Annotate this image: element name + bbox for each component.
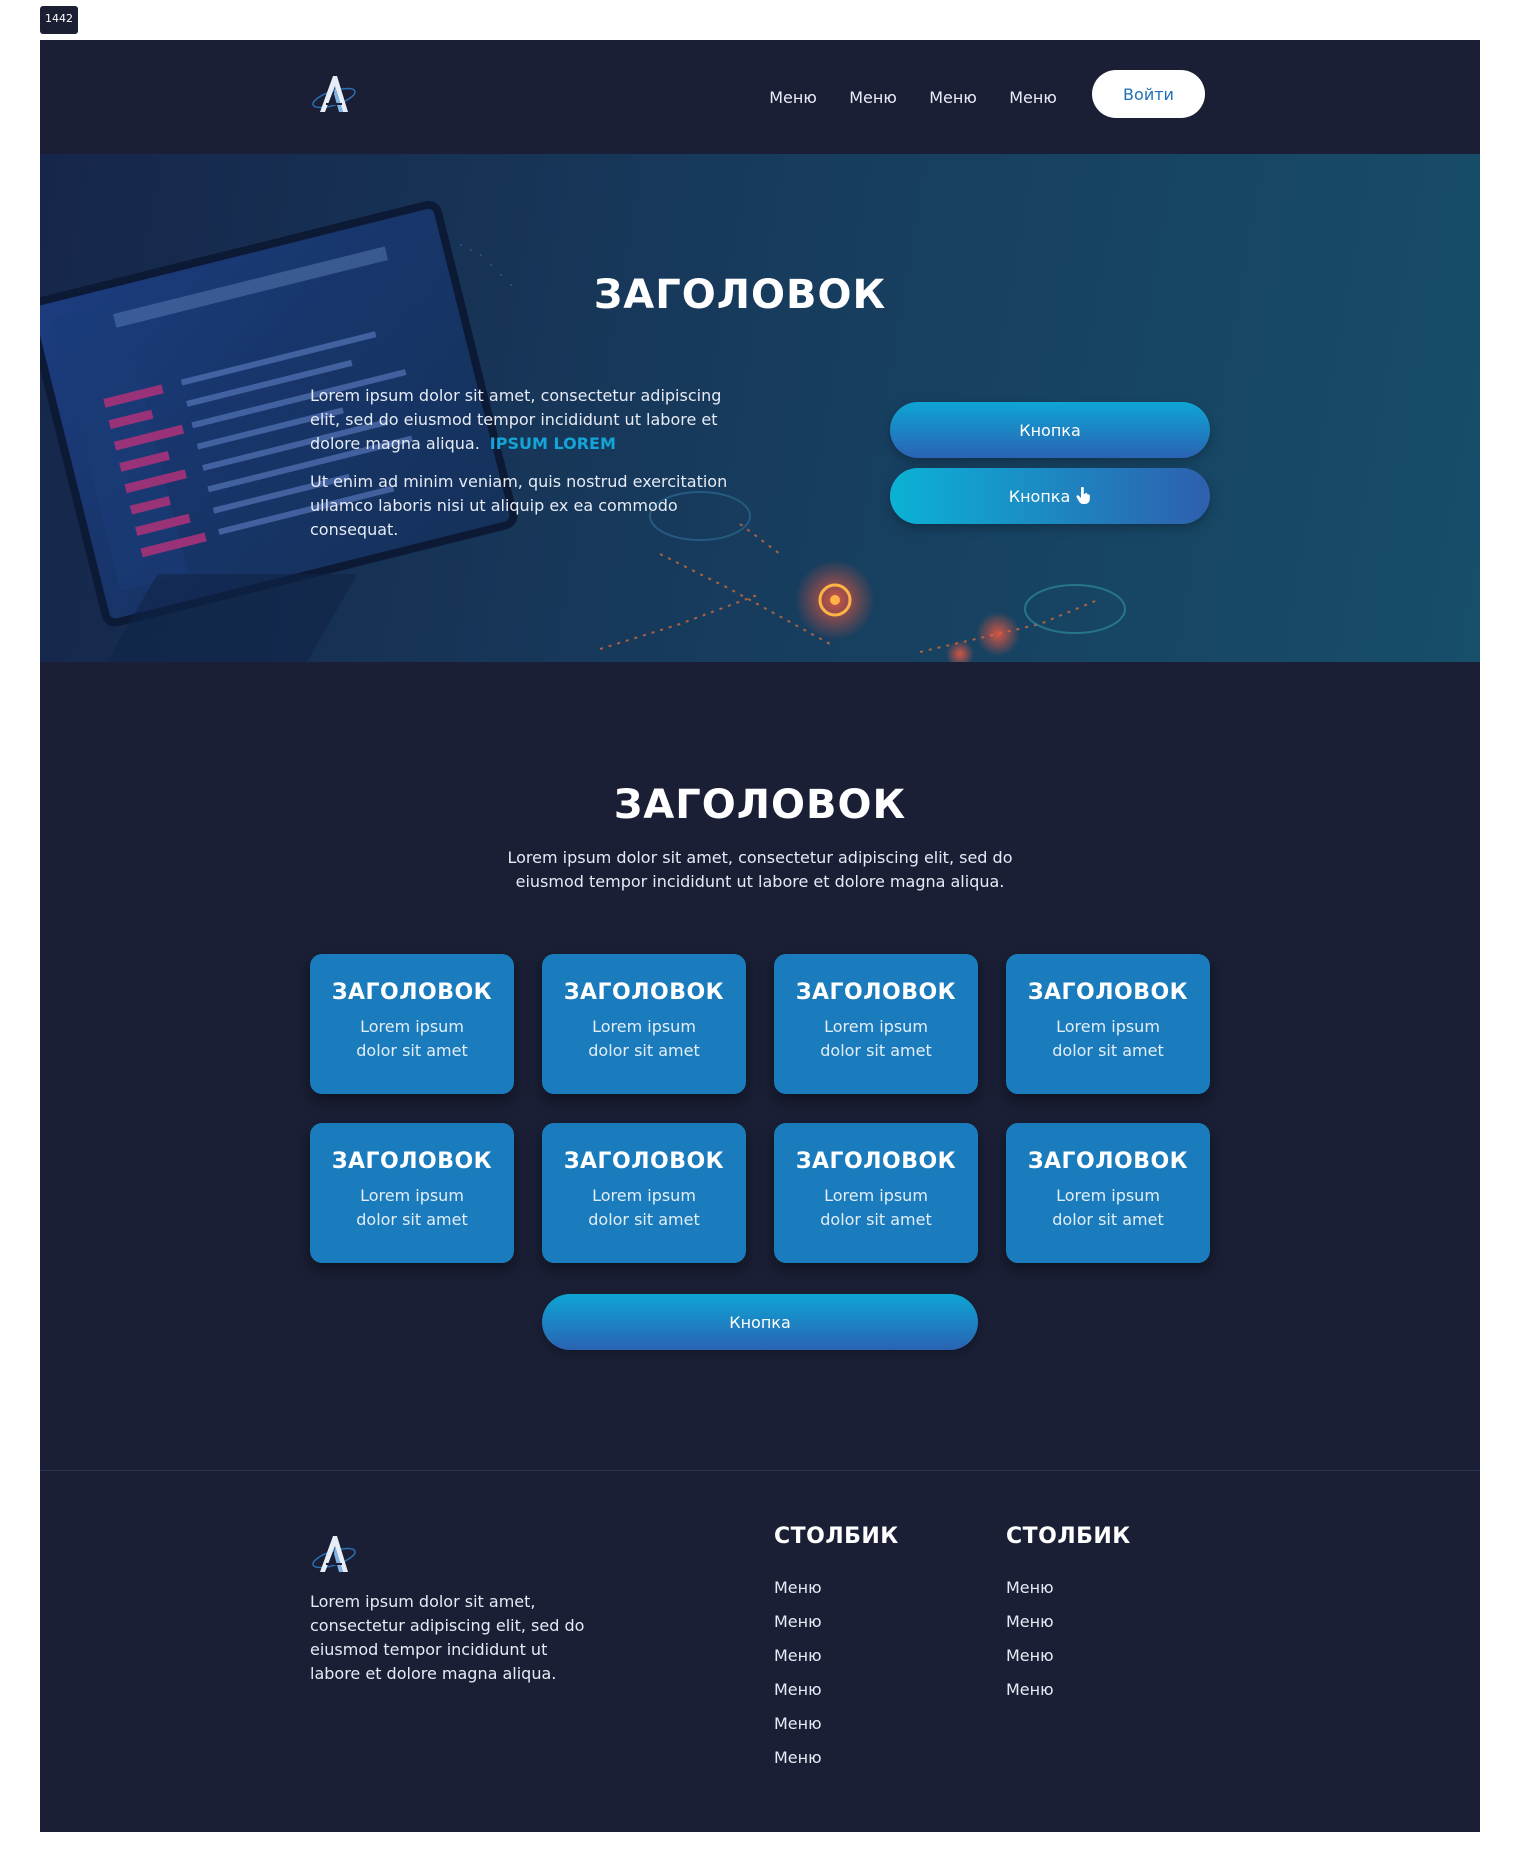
site-header: Меню Меню Меню Меню Войти: [40, 40, 1480, 154]
footer-column-list: Меню Меню Меню Меню Меню Меню: [774, 1578, 822, 1782]
card-title: ЗАГОЛОВОК: [563, 1149, 725, 1174]
login-button[interactable]: Войти: [1092, 70, 1205, 118]
hero-paragraph-1: Lorem ipsum dolor sit amet, consectetur …: [310, 384, 740, 456]
logo-icon[interactable]: [308, 68, 360, 120]
main-nav: Меню Меню Меню Меню: [768, 40, 1058, 154]
footer-divider: [40, 1470, 1480, 1471]
footer-link[interactable]: Меню: [774, 1748, 822, 1782]
nav-item-4[interactable]: Меню: [1008, 88, 1058, 107]
feature-card[interactable]: ЗАГОЛОВОК Lorem ipsum dolor sit amet: [310, 1123, 514, 1263]
feature-card[interactable]: ЗАГОЛОВОК Lorem ipsum dolor sit amet: [774, 954, 978, 1094]
card-title: ЗАГОЛОВОК: [563, 980, 725, 1005]
footer-column-list: Меню Меню Меню Меню: [1006, 1578, 1054, 1714]
footer-link[interactable]: Меню: [774, 1714, 822, 1748]
features-title: ЗАГОЛОВОК: [613, 782, 907, 828]
features-button[interactable]: Кнопка: [542, 1294, 978, 1350]
feature-card[interactable]: ЗАГОЛОВОК Lorem ipsum dolor sit amet: [1006, 954, 1210, 1094]
card-text: Lorem ipsum dolor sit amet: [356, 1186, 468, 1229]
nav-item-2[interactable]: Меню: [848, 88, 898, 107]
card-text: Lorem ipsum dolor sit amet: [588, 1186, 700, 1229]
card-title: ЗАГОЛОВОК: [331, 980, 493, 1005]
footer-column-title: СТОЛБИК: [774, 1524, 899, 1549]
card-title: ЗАГОЛОВОК: [795, 980, 957, 1005]
hero-button-2-label: Кнопка: [1008, 486, 1071, 506]
footer-link[interactable]: Меню: [774, 1646, 822, 1680]
footer-description: Lorem ipsum dolor sit amet, consectetur …: [310, 1592, 585, 1683]
hero-button-2[interactable]: Кнопка: [890, 468, 1210, 524]
feature-card[interactable]: ЗАГОЛОВОК Lorem ipsum dolor sit amet: [1006, 1123, 1210, 1263]
footer-column-title: СТОЛБИК: [1006, 1524, 1131, 1549]
hero-button-1[interactable]: Кнопка: [890, 402, 1210, 458]
card-text: Lorem ipsum dolor sit amet: [1052, 1017, 1164, 1060]
footer-link[interactable]: Меню: [1006, 1680, 1054, 1714]
feature-card[interactable]: ЗАГОЛОВОК Lorem ipsum dolor sit amet: [542, 1123, 746, 1263]
footer-link[interactable]: Меню: [1006, 1578, 1054, 1612]
card-text: Lorem ipsum dolor sit amet: [820, 1017, 932, 1060]
card-title: ЗАГОЛОВОК: [331, 1149, 493, 1174]
nav-item-3[interactable]: Меню: [928, 88, 978, 107]
footer-link[interactable]: Меню: [774, 1578, 822, 1612]
footer-link[interactable]: Меню: [1006, 1612, 1054, 1646]
card-title: ЗАГОЛОВОК: [1027, 1149, 1189, 1174]
footer-link[interactable]: Меню: [774, 1680, 822, 1714]
hero-title: ЗАГОЛОВОК: [593, 272, 887, 318]
card-title: ЗАГОЛОВОК: [795, 1149, 957, 1174]
card-text: Lorem ipsum dolor sit amet: [588, 1017, 700, 1060]
footer-link[interactable]: Меню: [774, 1612, 822, 1646]
footer-link[interactable]: Меню: [1006, 1646, 1054, 1680]
features-description: Lorem ipsum dolor sit amet, consectetur …: [507, 848, 1013, 891]
hero-section: ЗАГОЛОВОК Lorem ipsum dolor sit amet, co…: [40, 154, 1480, 662]
landing-page: Меню Меню Меню Меню Войти ЗАГОЛОВОК Lore…: [40, 40, 1480, 1832]
hand-pointer-icon: [1076, 487, 1091, 504]
hero-background-illustration: [40, 200, 1126, 662]
logo-icon[interactable]: [308, 1528, 360, 1580]
card-text: Lorem ipsum dolor sit amet: [356, 1017, 468, 1060]
feature-card[interactable]: ЗАГОЛОВОК Lorem ipsum dolor sit amet: [310, 954, 514, 1094]
card-title: ЗАГОЛОВОК: [1027, 980, 1189, 1005]
hero-paragraph-2: Ut enim ad minim veniam, quis nostrud ex…: [310, 472, 728, 539]
card-text: Lorem ipsum dolor sit amet: [1052, 1186, 1164, 1229]
hero-accent-link[interactable]: IPSUM LOREM: [490, 434, 616, 453]
frame-size-label: 1442: [40, 6, 78, 34]
nav-item-1[interactable]: Меню: [768, 88, 818, 107]
card-text: Lorem ipsum dolor sit amet: [820, 1186, 932, 1229]
feature-card[interactable]: ЗАГОЛОВОК Lorem ipsum dolor sit amet: [774, 1123, 978, 1263]
feature-card[interactable]: ЗАГОЛОВОК Lorem ipsum dolor sit amet: [542, 954, 746, 1094]
